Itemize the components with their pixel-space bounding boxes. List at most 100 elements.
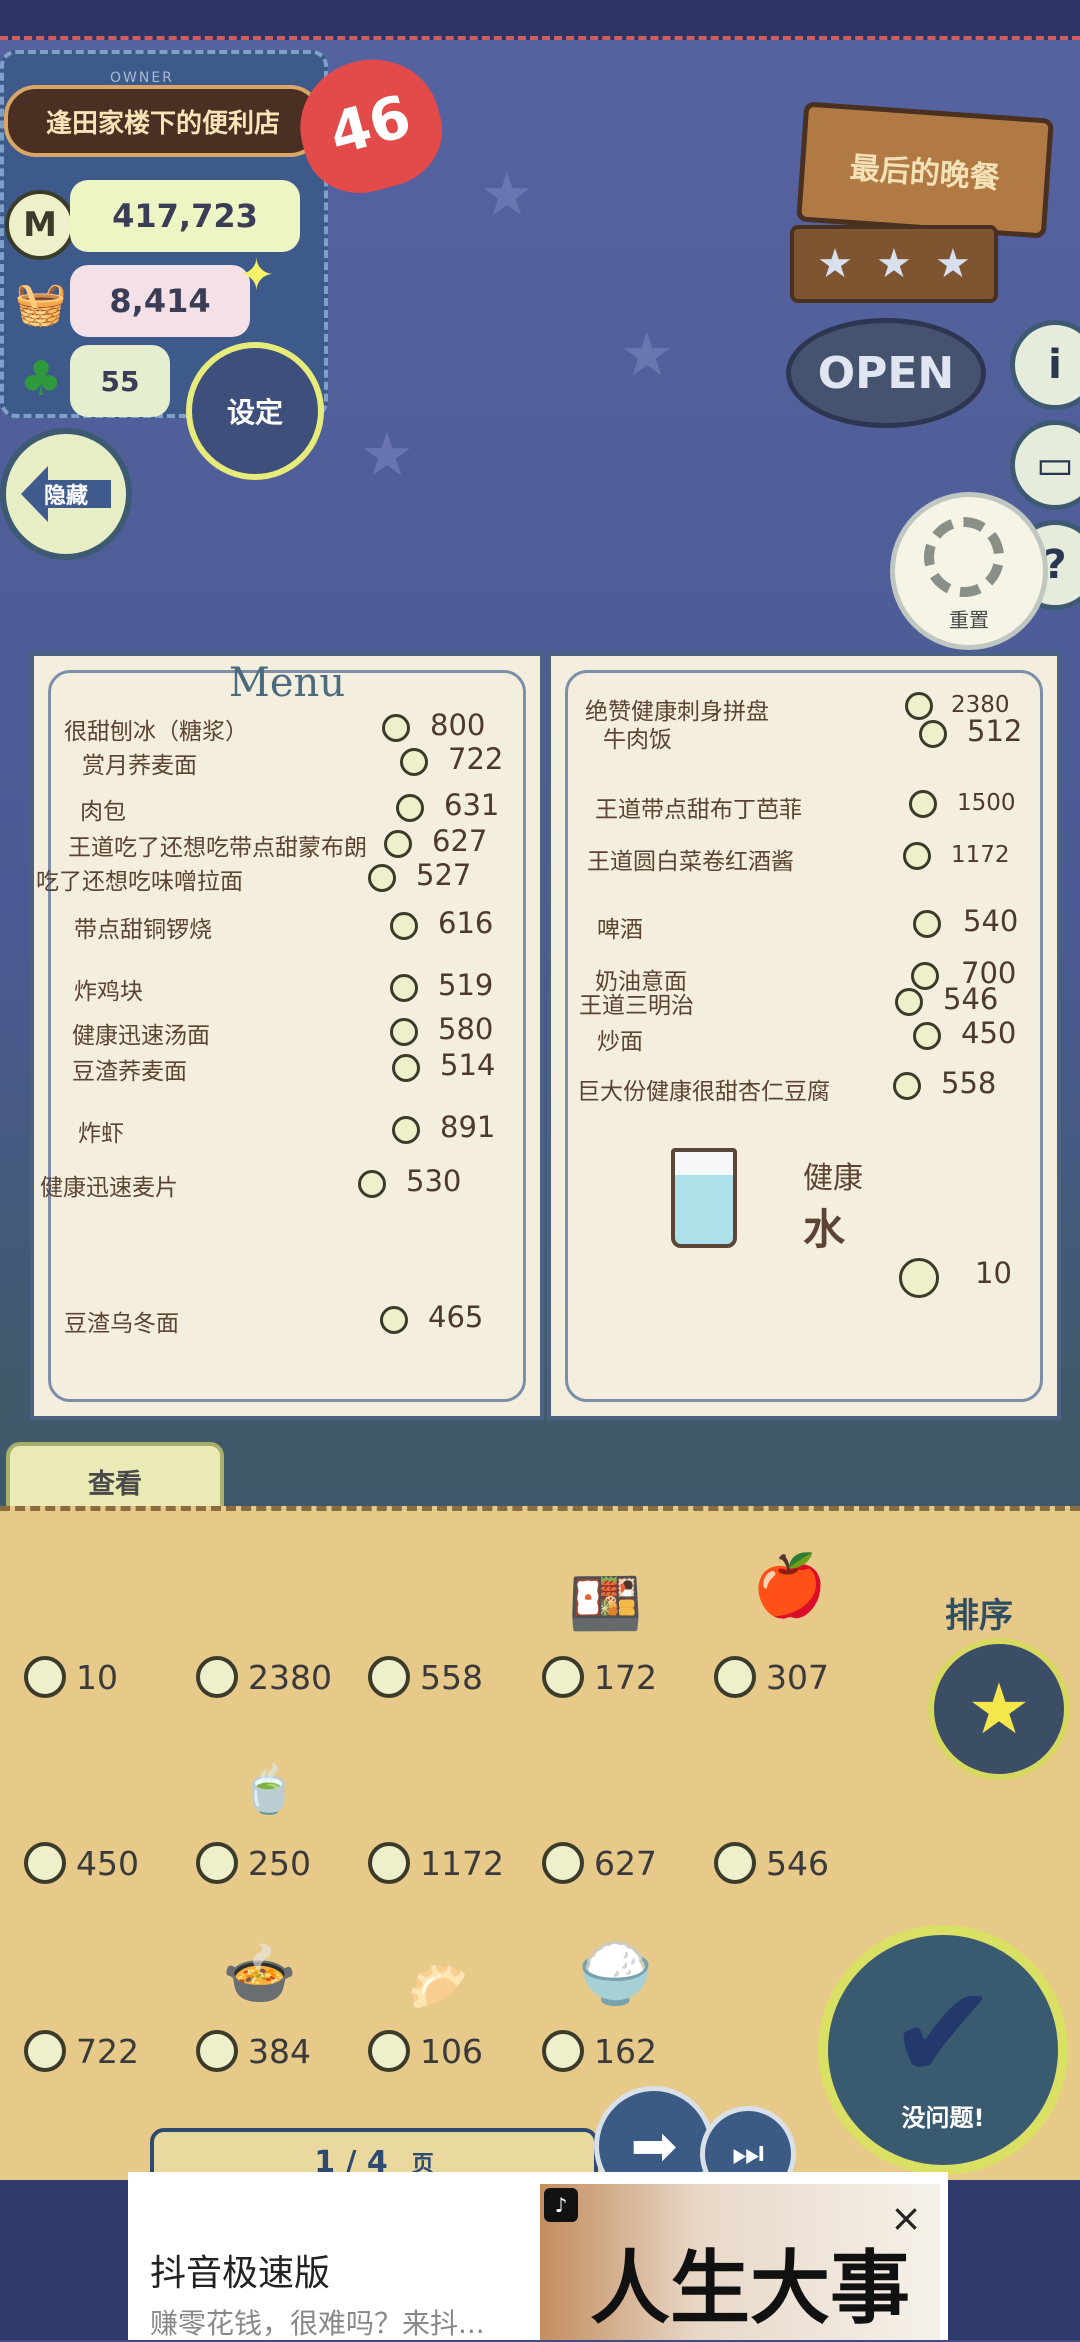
coin-icon xyxy=(368,1842,410,1884)
price-value: 722 xyxy=(76,2032,139,2071)
ad-subtitle: 赚零花钱，很难吗？来抖... xyxy=(150,2307,485,2340)
menu-item-price: 1172 xyxy=(951,842,1010,868)
coin-icon xyxy=(542,1656,584,1698)
tray-dish-price[interactable]: 10 xyxy=(24,1646,194,1706)
settings-button[interactable]: 设定 xyxy=(186,342,324,480)
shop-name: 逢田家楼下的便利店 xyxy=(4,85,322,157)
food-counter: 8,414 xyxy=(70,265,250,337)
menu-item-price: 530 xyxy=(406,1164,462,1198)
hide-button[interactable]: 隐藏 xyxy=(0,428,132,560)
reset-label: 重置 xyxy=(949,608,989,632)
tray-dish-price[interactable]: 546 xyxy=(714,1832,884,1892)
coin-icon xyxy=(895,988,923,1016)
menu-item-price: 627 xyxy=(432,824,488,858)
stew-bowl-icon[interactable]: 🍲 xyxy=(222,1938,297,2009)
coin-icon xyxy=(400,748,428,776)
coin-icon xyxy=(24,1656,66,1698)
check-icon: ✔ xyxy=(888,1956,998,2109)
coin-icon xyxy=(368,1656,410,1698)
menu-board-right: 绝赞健康刺身拼盘 2380 牛肉饭 512 王道带点甜布丁芭菲 1500 王道圆… xyxy=(547,652,1061,1420)
ad-art-text: 人生大事 xyxy=(590,2241,910,2335)
menu-item-name: 啤酒 xyxy=(597,917,643,943)
menu-item-name: 健康迅速汤面 xyxy=(72,1023,210,1049)
star-decoration: ★ xyxy=(480,160,534,230)
tray-dish-price[interactable]: 627 xyxy=(542,1832,712,1892)
star-decoration: ★ xyxy=(360,420,414,490)
menu-item-name: 牛肉饭 xyxy=(603,727,672,753)
tray-dish-price[interactable]: 172 xyxy=(542,1646,712,1706)
star-icon: ★ xyxy=(817,241,853,287)
rice-bowl-icon[interactable]: 🍚 xyxy=(578,1938,653,2009)
coin-icon xyxy=(368,864,396,892)
ad-title: 抖音极速版 xyxy=(150,2253,331,2294)
menu-item-price: 450 xyxy=(961,1016,1017,1050)
confirm-button[interactable]: ✔ 没问题! xyxy=(818,1925,1068,2175)
coin-icon xyxy=(893,1072,921,1100)
price-value: 307 xyxy=(766,1658,829,1697)
menu-item-name: 豆渣荞麦面 xyxy=(72,1059,187,1085)
menu-title: Menu xyxy=(228,660,346,706)
menu-item-name: 王道带点甜布丁芭菲 xyxy=(595,797,802,823)
tray-dish-price[interactable]: 106 xyxy=(368,2020,538,2080)
menu-item-name: 豆渣乌冬面 xyxy=(64,1311,179,1337)
coin-icon xyxy=(196,2030,238,2072)
coin-icon xyxy=(390,974,418,1002)
tray-dish-price[interactable]: 450 xyxy=(24,1832,194,1892)
ad-banner[interactable]: 抖音极速版 赚零花钱，很难吗？来抖... ♪ 人生大事 × xyxy=(128,2172,948,2340)
restaurant-title: 最后的晚餐 xyxy=(848,150,1001,197)
tray-dish-price[interactable]: 250 xyxy=(196,1832,366,1892)
price-value: 250 xyxy=(248,1844,311,1883)
menu-item-price: 546 xyxy=(943,982,999,1016)
menu-item-price: 514 xyxy=(440,1048,496,1082)
skip-forward-icon: ⏭ xyxy=(731,2133,765,2174)
coin-icon xyxy=(384,830,412,858)
open-sign[interactable]: OPEN xyxy=(786,318,986,428)
tray-dish-price[interactable]: 1172 xyxy=(368,1832,538,1892)
tea-cup-icon[interactable]: 🍵 xyxy=(240,1762,297,1817)
restaurant-sign[interactable]: 最后的晚餐 xyxy=(796,101,1054,239)
close-icon[interactable]: × xyxy=(886,2196,926,2240)
reset-icon xyxy=(924,517,1004,597)
menu-item-name: 炸虾 xyxy=(78,1121,124,1147)
ad-image[interactable]: ♪ 人生大事 × xyxy=(540,2184,940,2340)
menu-item-price: 616 xyxy=(438,906,494,940)
menu-item-name: 吃了还想吃味噌拉面 xyxy=(36,869,243,895)
coin-icon xyxy=(368,2030,410,2072)
star-icon: ★ xyxy=(876,241,912,287)
price-value: 384 xyxy=(248,2032,311,2071)
tray-dish-price[interactable]: 722 xyxy=(24,2020,194,2080)
coin-icon xyxy=(392,1116,420,1144)
price-value: 162 xyxy=(594,2032,657,2071)
menu-item-price: 631 xyxy=(444,788,500,822)
tray-dish-price[interactable]: 384 xyxy=(196,2020,366,2080)
tofu-dish-icon[interactable]: 🍱 xyxy=(568,1568,643,1639)
info-icon: i xyxy=(1048,342,1062,388)
menu-item-name: 肉包 xyxy=(80,799,126,825)
coin-icon xyxy=(911,962,939,990)
candy-apple-icon[interactable]: 🍎 xyxy=(752,1550,827,1621)
coin-icon xyxy=(390,912,418,940)
tray-dish-price[interactable]: 162 xyxy=(542,2020,712,2080)
menu-item-price: 580 xyxy=(438,1012,494,1046)
special-item-qualifier: 健康 xyxy=(803,1161,863,1196)
menu-item-name: 炒面 xyxy=(597,1029,643,1055)
tray-dish-price[interactable]: 558 xyxy=(368,1646,538,1706)
tray-dish-price[interactable]: 307 xyxy=(714,1646,884,1706)
reset-button[interactable]: 重置 xyxy=(890,492,1048,650)
coin-icon xyxy=(396,794,424,822)
star-icon: ★ xyxy=(935,241,971,287)
menu-item-name: 炸鸡块 xyxy=(74,979,143,1005)
coin-icon xyxy=(542,2030,584,2072)
food-basket-icon: 🧺 xyxy=(14,279,68,328)
menu-item-price: 512 xyxy=(967,714,1023,748)
price-value: 172 xyxy=(594,1658,657,1697)
price-value: 10 xyxy=(76,1658,118,1697)
menu-item-name: 带点甜铜锣烧 xyxy=(74,917,212,943)
sort-button[interactable]: ★ xyxy=(928,1638,1070,1780)
coin-icon xyxy=(899,1258,939,1298)
coin-icon xyxy=(714,1842,756,1884)
top-border xyxy=(0,0,1080,40)
tray-dish-price[interactable]: 2380 xyxy=(196,1646,366,1706)
menu-item-price: 519 xyxy=(438,968,494,1002)
side-dish-icon[interactable]: 🥟 xyxy=(408,1958,468,2015)
